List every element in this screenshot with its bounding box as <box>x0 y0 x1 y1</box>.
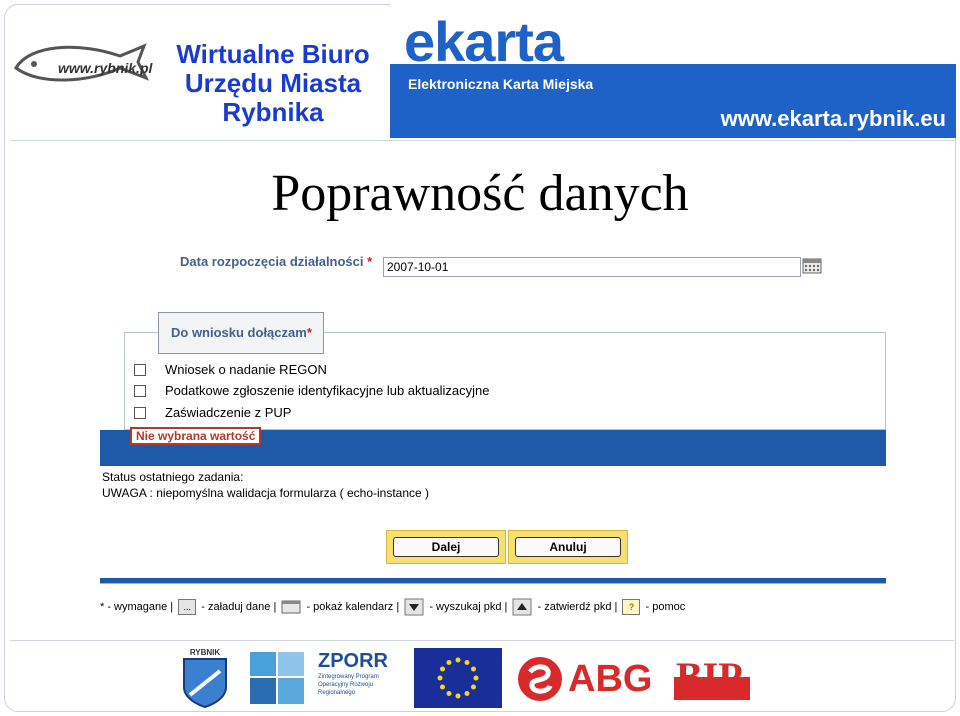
abg-logo-icon <box>518 657 562 701</box>
zporr-subtitle: Zintegrowany Program Operacyjny Rozwoju … <box>318 674 379 696</box>
ekarta-banner: ekarta Elektroniczna Karta Miejska www.e… <box>390 0 956 138</box>
ekarta-logo: ekarta <box>404 10 564 73</box>
rybnik-crest: RYBNIK <box>180 648 230 714</box>
load-data-icon: ... <box>178 599 197 615</box>
legend-help: - pomoc <box>645 601 686 613</box>
required-star: * <box>367 254 373 269</box>
arrow-up-icon <box>512 598 532 616</box>
cancel-button[interactable]: Anuluj <box>515 537 621 557</box>
arrow-down-icon <box>404 598 424 616</box>
bip-logo: BIP <box>674 654 750 700</box>
header: www.rybnik.pl Wirtualne Biuro Urzędu Mia… <box>0 0 960 140</box>
rybnik-logo: www.rybnik.pl <box>10 38 153 94</box>
eu-flag-icon <box>414 648 502 708</box>
legend-confirm: - zatwierdź pkd | <box>537 601 618 613</box>
checkbox[interactable] <box>134 407 146 419</box>
office-title: Wirtualne Biuro Urzędu Miasta Rybnika <box>176 39 370 127</box>
legend-calendar: - pokaż kalendarz | <box>306 601 400 613</box>
checkbox[interactable] <box>134 385 146 397</box>
attachment-label: Zaświadczenie z PUP <box>165 405 292 420</box>
form-bottom-bar <box>100 578 886 584</box>
validation-error: Nie wybrana wartość <box>130 427 262 445</box>
ekarta-subtitle: Elektroniczna Karta Miejska <box>408 76 594 92</box>
header-divider <box>10 140 954 141</box>
legend-load: - załaduj dane | <box>201 601 277 613</box>
date-label-text: Data rozpoczęcia działalności <box>180 254 364 269</box>
slide-title: Poprawność danych <box>271 165 689 222</box>
cancel-button-wrap: Anuluj <box>508 530 628 564</box>
next-button-wrap: Dalej <box>386 530 506 564</box>
crest-label: RYBNIK <box>189 648 221 657</box>
status-message: UWAGA : niepomyślna walidacja formularza… <box>102 486 430 500</box>
attachments-legend: Do wniosku dołączam* <box>158 312 324 354</box>
attachments-legend-text: Do wniosku dołączam <box>171 325 307 340</box>
checkbox[interactable] <box>134 364 146 376</box>
crest-icon <box>183 658 227 709</box>
attachment-label: Podatkowe zgłoszenie identyfikacyjne lub… <box>165 383 490 398</box>
date-label: Data rozpoczęcia działalności * <box>180 254 372 269</box>
ekarta-url: www.ekarta.rybnik.eu <box>720 106 946 131</box>
next-button[interactable]: Dalej <box>393 537 499 557</box>
footer-logos: RYBNIK ZPORR Zintegrowany Program Operac… <box>0 644 960 710</box>
legend-required: * - wymagane | <box>100 601 174 613</box>
puzzle-logo-icon <box>250 652 304 704</box>
bip-text: BIP <box>676 654 743 699</box>
calendar-icon <box>281 600 301 614</box>
legend-search: - wyszukaj pkd | <box>429 601 508 613</box>
required-star: * <box>306 325 312 340</box>
help-icon: ? <box>622 599 641 615</box>
zporr-title: ZPORR <box>318 650 388 672</box>
abg-text: ABG <box>568 658 653 700</box>
icon-legend: * - wymagane | ... - załaduj dane | - po… <box>100 598 685 620</box>
calendar-icon[interactable] <box>802 258 822 274</box>
rybnik-url: www.rybnik.pl <box>58 60 153 76</box>
attachment-label: Wniosek o nadanie REGON <box>165 362 327 377</box>
status-label: Status ostatniego zadania: <box>102 470 244 484</box>
start-date-input[interactable] <box>383 257 801 277</box>
footer-divider <box>10 640 954 641</box>
zporr-logo: ZPORR Zintegrowany Program Operacyjny Ro… <box>318 650 408 697</box>
